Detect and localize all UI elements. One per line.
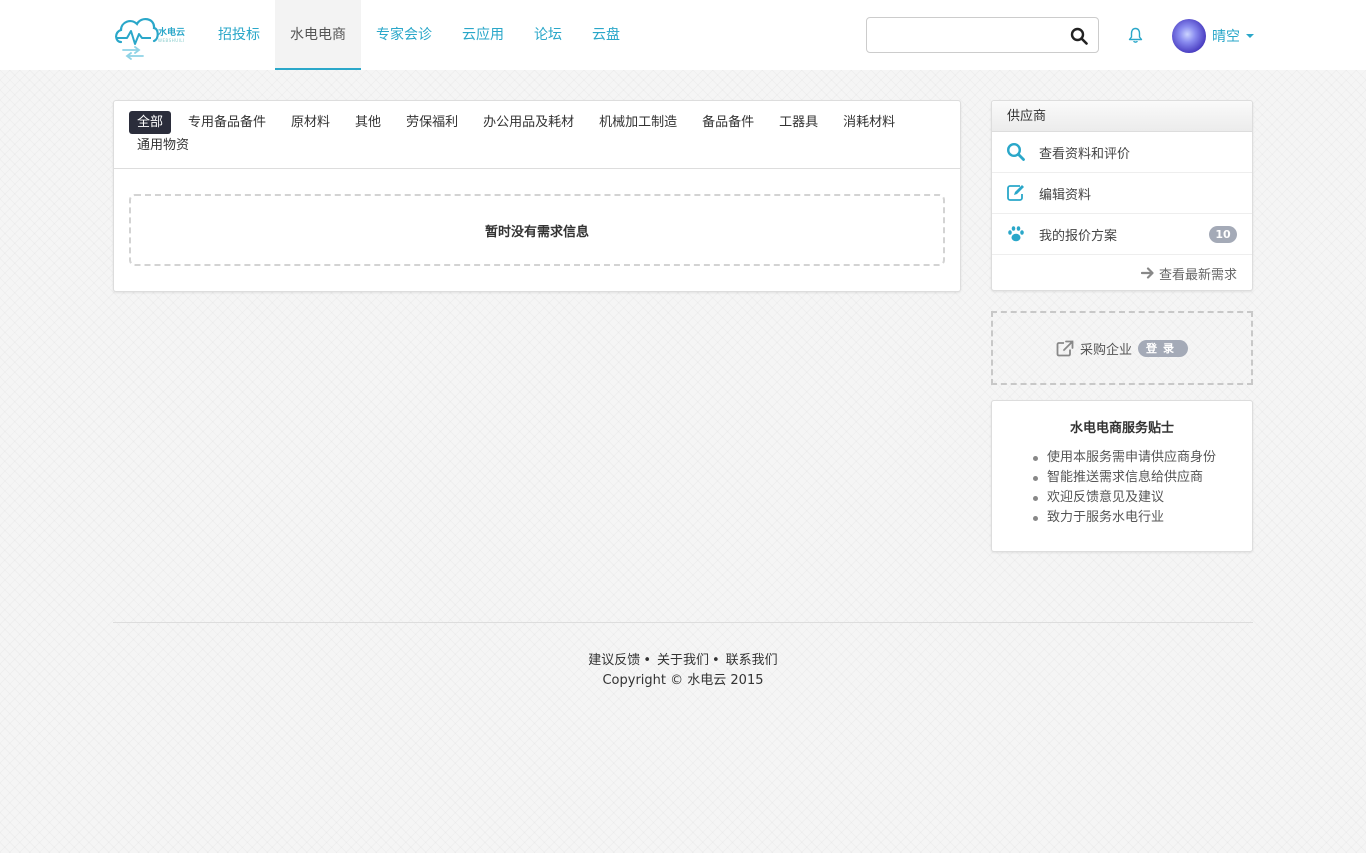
user-menu[interactable]: 晴空 — [1172, 19, 1254, 53]
nav-item-cloud-apps[interactable]: 云应用 — [447, 0, 519, 70]
empty-state: 暂时没有需求信息 — [129, 194, 945, 266]
main-nav: 招投标 水电电商 专家会诊 云应用 论坛 云盘 — [203, 0, 635, 70]
footer-links: 建议反馈 • 关于我们 • 联系我们 — [0, 649, 1366, 668]
arrow-right-icon — [1140, 267, 1154, 279]
paw-icon — [1008, 226, 1024, 242]
copyright: Copyright © 水电云 2015 — [602, 673, 764, 688]
nav-item-ecommerce[interactable]: 水电电商 — [275, 0, 361, 70]
external-link-icon — [1056, 340, 1074, 356]
search-icon[interactable] — [1070, 27, 1088, 45]
quote-count-badge: 10 — [1209, 226, 1237, 243]
logo-text: 水电云 — [158, 28, 186, 38]
avatar — [1172, 19, 1206, 53]
logo-subtext: WEBSHUILI — [158, 38, 185, 43]
category-tools[interactable]: 工器具 — [771, 111, 826, 134]
supplier-item-edit-profile[interactable]: 编辑资料 — [992, 173, 1252, 214]
category-other[interactable]: 其他 — [347, 111, 389, 134]
category-list: 全部 专用备品备件 原材料 其他 劳保福利 办公用品及耗材 机械加工制造 备品备… — [129, 111, 929, 157]
service-tips-list: 使用本服务需申请供应商身份 智能推送需求信息给供应商 欢迎反馈意见及建议 致力于… — [1033, 448, 1252, 528]
supplier-item-view-profile[interactable]: 查看资料和评价 — [992, 132, 1252, 173]
supplier-item-label: 查看资料和评价 — [1039, 146, 1131, 162]
view-latest-demands-link[interactable]: 查看最新需求 — [992, 255, 1252, 291]
category-office-supplies[interactable]: 办公用品及耗材 — [475, 111, 582, 134]
category-labor-welfare[interactable]: 劳保福利 — [398, 111, 466, 134]
tip-item: 欢迎反馈意见及建议 — [1033, 488, 1252, 508]
category-consumables[interactable]: 消耗材料 — [835, 111, 903, 134]
supplier-item-label: 编辑资料 — [1039, 187, 1092, 203]
search-box — [866, 17, 1099, 53]
category-general-materials[interactable]: 通用物资 — [129, 134, 197, 157]
service-tips-title: 水电电商服务贴士 — [1069, 421, 1174, 436]
user-name: 晴空 — [1212, 29, 1240, 45]
footer-divider — [113, 622, 1253, 623]
bell-icon[interactable] — [1128, 27, 1143, 44]
service-tips-panel: 水电电商服务贴士 使用本服务需申请供应商身份 智能推送需求信息给供应商 欢迎反馈… — [991, 400, 1253, 552]
supplier-panel: 供应商 查看资料和评价 编辑资料 我的报价方案 10 查看最新需求 — [991, 100, 1253, 291]
footer-separator: • — [643, 653, 651, 668]
category-machining[interactable]: 机械加工制造 — [591, 111, 685, 134]
search-input[interactable] — [875, 24, 1055, 46]
supplier-item-label: 我的报价方案 — [1039, 228, 1118, 244]
nav-item-expert[interactable]: 专家会诊 — [361, 0, 447, 70]
empty-message: 暂时没有需求信息 — [484, 224, 589, 240]
tip-item: 致力于服务水电行业 — [1033, 508, 1252, 528]
category-special-spare-parts[interactable]: 专用备品备件 — [180, 111, 274, 134]
category-all[interactable]: 全部 — [129, 111, 172, 134]
category-spare-parts[interactable]: 备品备件 — [694, 111, 762, 134]
category-filter-bar: 全部 专用备品备件 原材料 其他 劳保福利 办公用品及耗材 机械加工制造 备品备… — [114, 101, 960, 169]
tip-item: 智能推送需求信息给供应商 — [1033, 468, 1252, 488]
nav-item-bidding[interactable]: 招投标 — [203, 0, 275, 70]
logo[interactable]: 水电云 WEBSHUILI — [113, 14, 187, 60]
footer-link-contact[interactable]: 联系我们 — [726, 653, 778, 668]
view-latest-demands-label: 查看最新需求 — [1158, 267, 1237, 283]
tip-item: 使用本服务需申请供应商身份 — [1033, 448, 1252, 468]
footer-separator: • — [712, 653, 720, 668]
demand-panel: 全部 专用备品备件 原材料 其他 劳保福利 办公用品及耗材 机械加工制造 备品备… — [113, 100, 961, 292]
nav-item-cloud-disk[interactable]: 云盘 — [577, 0, 635, 70]
search-icon — [1006, 142, 1025, 161]
caret-down-icon — [1246, 34, 1254, 38]
category-raw-materials[interactable]: 原材料 — [283, 111, 338, 134]
edit-icon — [1007, 185, 1024, 201]
footer-link-feedback[interactable]: 建议反馈 — [588, 653, 640, 668]
supplier-panel-title: 供应商 — [992, 101, 1252, 132]
buyer-login-box: 采购企业 登录 — [991, 311, 1253, 385]
nav-item-forum[interactable]: 论坛 — [519, 0, 577, 70]
supplier-item-my-quotes[interactable]: 我的报价方案 10 — [992, 214, 1252, 255]
buyer-enterprise-link[interactable]: 采购企业 — [1056, 339, 1132, 358]
buyer-enterprise-label: 采购企业 — [1079, 342, 1132, 358]
top-navbar: 水电云 WEBSHUILI 招投标 水电电商 专家会诊 云应用 论坛 云盘 晴空 — [0, 0, 1366, 70]
login-button[interactable]: 登录 — [1138, 339, 1188, 357]
footer-link-about[interactable]: 关于我们 — [657, 653, 709, 668]
